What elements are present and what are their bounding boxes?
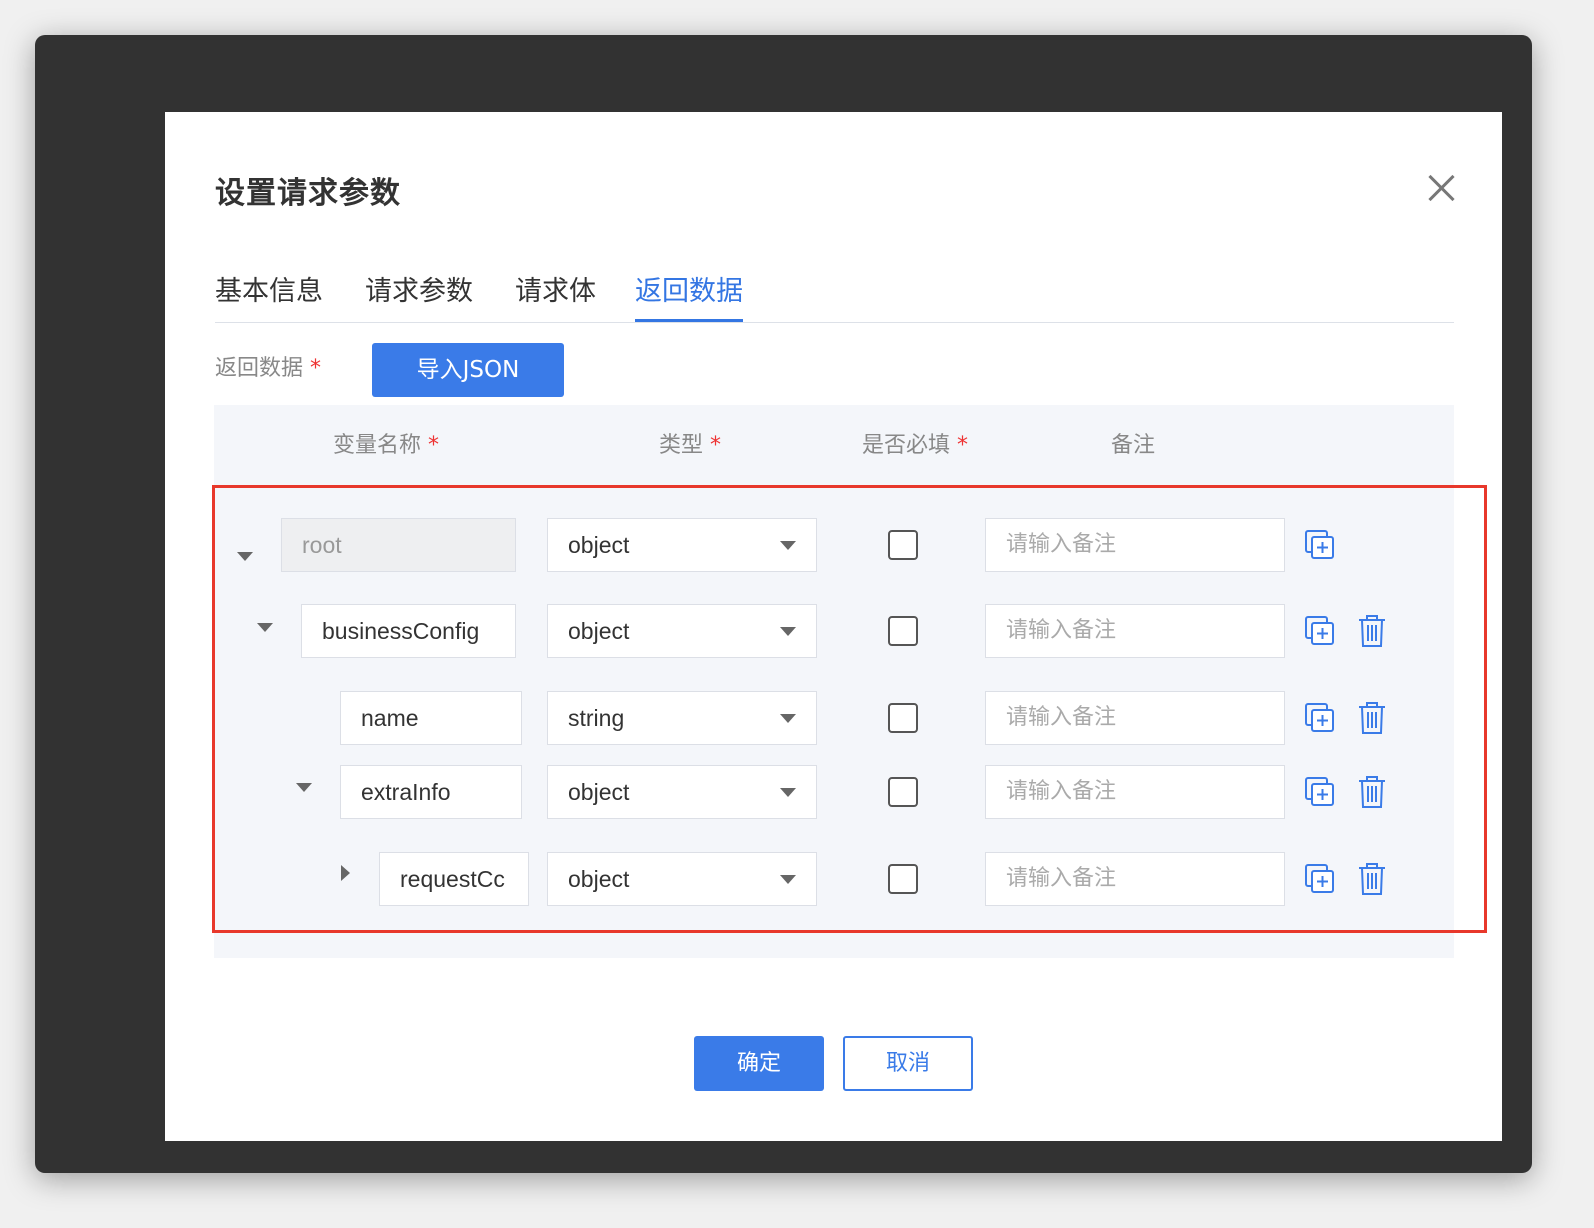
close-icon[interactable]: [1423, 170, 1459, 206]
import-json-button[interactable]: 导入JSON: [372, 343, 564, 397]
column-header-required-text: 是否必填: [862, 433, 951, 458]
required-mark: *: [957, 433, 969, 458]
highlight-annotation-box: [212, 485, 1487, 933]
response-data-label-text: 返回数据: [215, 356, 304, 381]
cancel-button[interactable]: 取消: [843, 1036, 973, 1091]
required-mark: *: [310, 356, 322, 381]
tab-bar: 基本信息 请求参数 请求体 返回数据: [215, 262, 1454, 323]
response-data-label: 返回数据 *: [215, 350, 321, 382]
required-mark: *: [710, 433, 722, 458]
tab-basic-info[interactable]: 基本信息: [215, 272, 323, 322]
column-header-type-text: 类型: [659, 433, 704, 458]
column-header-name-text: 变量名称: [333, 433, 422, 458]
column-header-note: 备注: [1111, 433, 1156, 458]
settings-dialog: 设置请求参数 基本信息 请求参数 请求体 返回数据 返回数据 * 导入JSON …: [165, 112, 1502, 1141]
dialog-title: 设置请求参数: [215, 176, 401, 211]
tab-request-params[interactable]: 请求参数: [365, 272, 473, 322]
tab-request-body[interactable]: 请求体: [515, 272, 596, 322]
column-header-required: 是否必填 *: [862, 427, 968, 459]
column-header-type: 类型 *: [659, 427, 721, 459]
required-mark: *: [428, 433, 440, 458]
confirm-button[interactable]: 确定: [694, 1036, 824, 1091]
app-window: 设置请求参数 基本信息 请求参数 请求体 返回数据 返回数据 * 导入JSON …: [35, 35, 1532, 1173]
column-header-name: 变量名称 *: [333, 427, 439, 459]
tab-response-data[interactable]: 返回数据: [635, 272, 743, 322]
